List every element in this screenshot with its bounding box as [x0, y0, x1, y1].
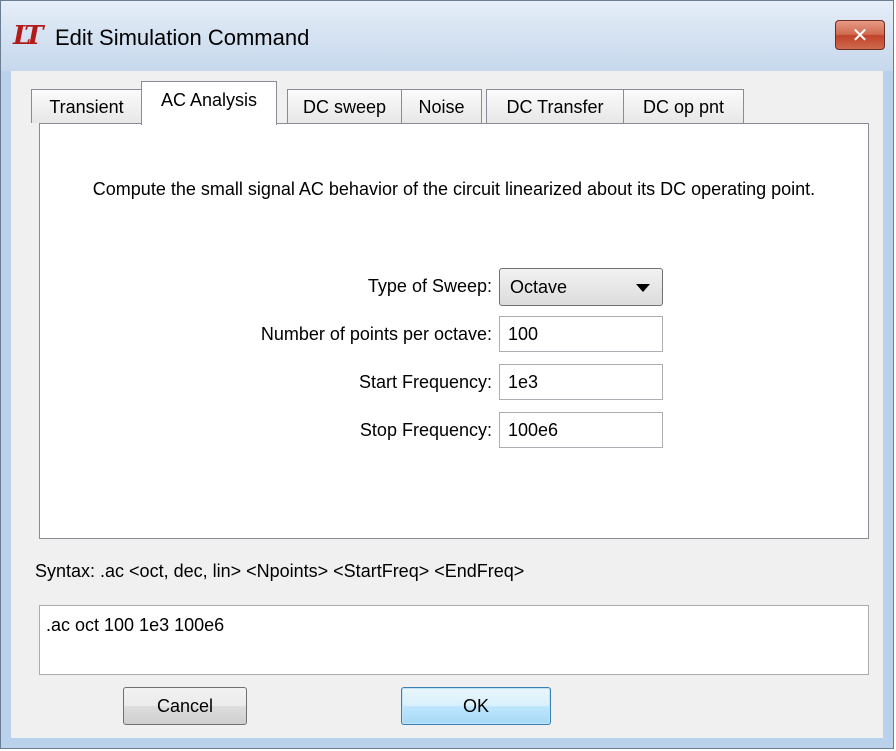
sweep-type-label: Type of Sweep:: [367, 276, 492, 296]
dialog-client-area: Transient AC Analysis DC sweep Noise DC …: [11, 71, 883, 738]
ac-analysis-panel: Compute the small signal AC behavior of …: [39, 123, 869, 539]
title-bar[interactable]: LT Edit Simulation Command ✕: [1, 1, 893, 71]
points-per-octave-input[interactable]: 100: [499, 316, 663, 352]
ok-button[interactable]: OK: [401, 687, 551, 725]
sweep-type-value: Octave: [510, 277, 568, 297]
start-frequency-label: Start Frequency:: [358, 372, 492, 392]
close-button[interactable]: ✕: [835, 20, 885, 50]
tab-dc-sweep[interactable]: DC sweep: [287, 89, 402, 123]
start-frequency-input[interactable]: 1e3: [499, 364, 663, 400]
tab-dc-op-pnt[interactable]: DC op pnt: [623, 89, 744, 123]
cancel-button[interactable]: Cancel: [123, 687, 247, 725]
close-icon: ✕: [851, 23, 869, 47]
tab-transient[interactable]: Transient: [31, 89, 142, 123]
window-title: Edit Simulation Command: [55, 25, 310, 50]
points-per-octave-label: Number of points per octave:: [260, 324, 492, 344]
tab-ac-analysis[interactable]: AC Analysis: [141, 81, 277, 125]
tab-dc-transfer[interactable]: DC Transfer: [486, 89, 624, 123]
syntax-hint: Syntax: .ac <oct, dec, lin> <Npoints> <S…: [35, 561, 525, 581]
analysis-description: Compute the small signal AC behavior of …: [92, 179, 816, 199]
sweep-type-select[interactable]: Octave: [499, 268, 663, 306]
tab-noise[interactable]: Noise: [401, 89, 482, 123]
chevron-down-icon: [636, 284, 650, 292]
stop-frequency-label: Stop Frequency:: [359, 420, 492, 440]
ltspice-logo-icon: LT: [13, 21, 44, 51]
dialog-window: LT Edit Simulation Command ✕ Transient A…: [0, 0, 894, 749]
command-text-field[interactable]: .ac oct 100 1e3 100e6: [39, 605, 869, 675]
stop-frequency-input[interactable]: 100e6: [499, 412, 663, 448]
